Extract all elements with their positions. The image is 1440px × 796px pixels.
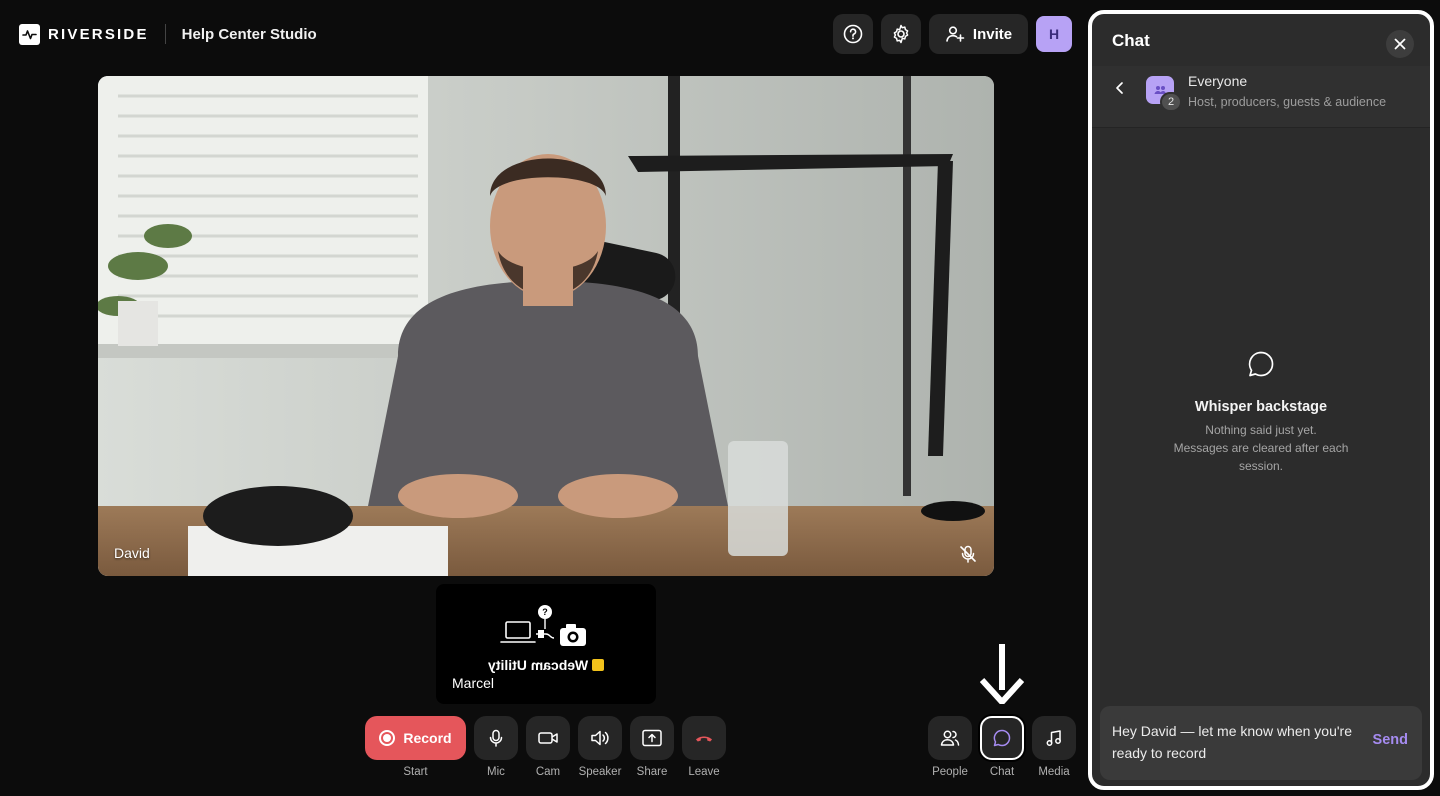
- media-label: Media: [1038, 766, 1070, 778]
- gear-icon: [893, 24, 909, 44]
- share-label: Share: [636, 766, 668, 778]
- chat-empty-state: Whisper backstage Nothing said just yet.…: [1092, 350, 1430, 475]
- mic-button[interactable]: [474, 716, 518, 760]
- app-badge-icon: [592, 659, 605, 671]
- brand-logo[interactable]: RIVERSIDE Help Center Studio: [19, 23, 317, 45]
- mic-off-icon: [960, 545, 976, 563]
- webcam-utility-graphic: ?: [500, 605, 586, 646]
- send-button[interactable]: Send: [1373, 732, 1408, 748]
- empty-state-title: Whisper backstage: [1194, 399, 1328, 415]
- mic-icon: [489, 729, 503, 747]
- speaker-button[interactable]: [578, 716, 622, 760]
- empty-state-subtitle: Nothing said just yet. Messages are clea…: [1156, 421, 1366, 475]
- riverside-logo-icon: [19, 23, 40, 45]
- close-icon: [1394, 38, 1406, 50]
- cam-label: Cam: [535, 766, 561, 778]
- participant-name-tag: David: [114, 545, 150, 561]
- secondary-video-tile[interactable]: ? Webcam Utility Marcel: [436, 584, 656, 704]
- help-button[interactable]: [833, 14, 873, 54]
- media-button[interactable]: [1032, 716, 1076, 760]
- participant-name-tag: Marcel: [452, 675, 495, 691]
- record-button[interactable]: Record: [365, 716, 466, 760]
- header-divider: [164, 24, 166, 44]
- speaker-icon: [591, 730, 609, 746]
- people-label: People: [932, 766, 968, 778]
- close-chat-button[interactable]: [1386, 30, 1414, 58]
- record-icon: [379, 730, 396, 746]
- share-button[interactable]: [630, 716, 674, 760]
- leave-button[interactable]: [682, 716, 726, 760]
- main-video-tile[interactable]: David: [98, 76, 994, 576]
- cam-button[interactable]: [526, 716, 570, 760]
- recipient-selector[interactable]: 2 Everyone Host, producers, guests & aud…: [1092, 66, 1430, 128]
- share-screen-icon: [642, 729, 662, 747]
- people-icon: [940, 730, 960, 746]
- record-sublabel: Start: [403, 766, 428, 778]
- chat-title: Chat: [1112, 31, 1150, 50]
- studio-name: Help Center Studio: [181, 25, 317, 43]
- invite-label: Invite: [972, 25, 1013, 43]
- arrow-down-icon: [980, 644, 1024, 704]
- webcam-utility-text: Webcam Utility: [488, 657, 589, 673]
- chat-panel: Chat 2 Everyone Host, producers, guests …: [1088, 10, 1434, 790]
- chat-bubble-icon: [993, 729, 1011, 747]
- recipient-name: Everyone: [1188, 73, 1248, 89]
- chevron-left-icon[interactable]: [1112, 80, 1128, 96]
- music-note-icon: [1046, 730, 1061, 746]
- chat-label: Chat: [989, 766, 1015, 778]
- invite-button[interactable]: Invite: [929, 14, 1028, 54]
- recipient-description: Host, producers, guests & audience: [1188, 95, 1387, 109]
- recipient-count-badge: 2: [1160, 92, 1182, 112]
- chat-bubble-icon: [1248, 351, 1274, 377]
- brand-name: RIVERSIDE: [48, 25, 149, 43]
- add-user-icon: [946, 26, 965, 42]
- user-avatar[interactable]: H: [1036, 16, 1072, 52]
- message-input[interactable]: Hey David — let me know when you're read…: [1112, 720, 1352, 764]
- empty-state-line: Messages are cleared after each session.: [1173, 441, 1349, 473]
- svg-text:?: ?: [542, 607, 548, 617]
- people-button[interactable]: [928, 716, 972, 760]
- camera-icon: [538, 732, 558, 744]
- webcam-utility-caption: Webcam Utility: [488, 657, 608, 673]
- phone-hangup-icon: [696, 736, 712, 742]
- help-icon: [843, 24, 863, 44]
- record-label: Record: [403, 730, 452, 746]
- mic-label: Mic: [487, 766, 505, 778]
- leave-label: Leave: [688, 766, 720, 778]
- empty-state-line: Nothing said just yet.: [1205, 423, 1317, 437]
- speaker-label: Speaker: [578, 766, 622, 778]
- participant-video-feed: [98, 76, 994, 576]
- chat-composer[interactable]: Hey David — let me know when you're read…: [1100, 706, 1422, 780]
- chat-header: Chat: [1092, 14, 1430, 66]
- chat-button[interactable]: [980, 716, 1024, 760]
- settings-button[interactable]: [881, 14, 921, 54]
- studio-app: RIVERSIDE Help Center Studio Invite H Da…: [0, 0, 1440, 796]
